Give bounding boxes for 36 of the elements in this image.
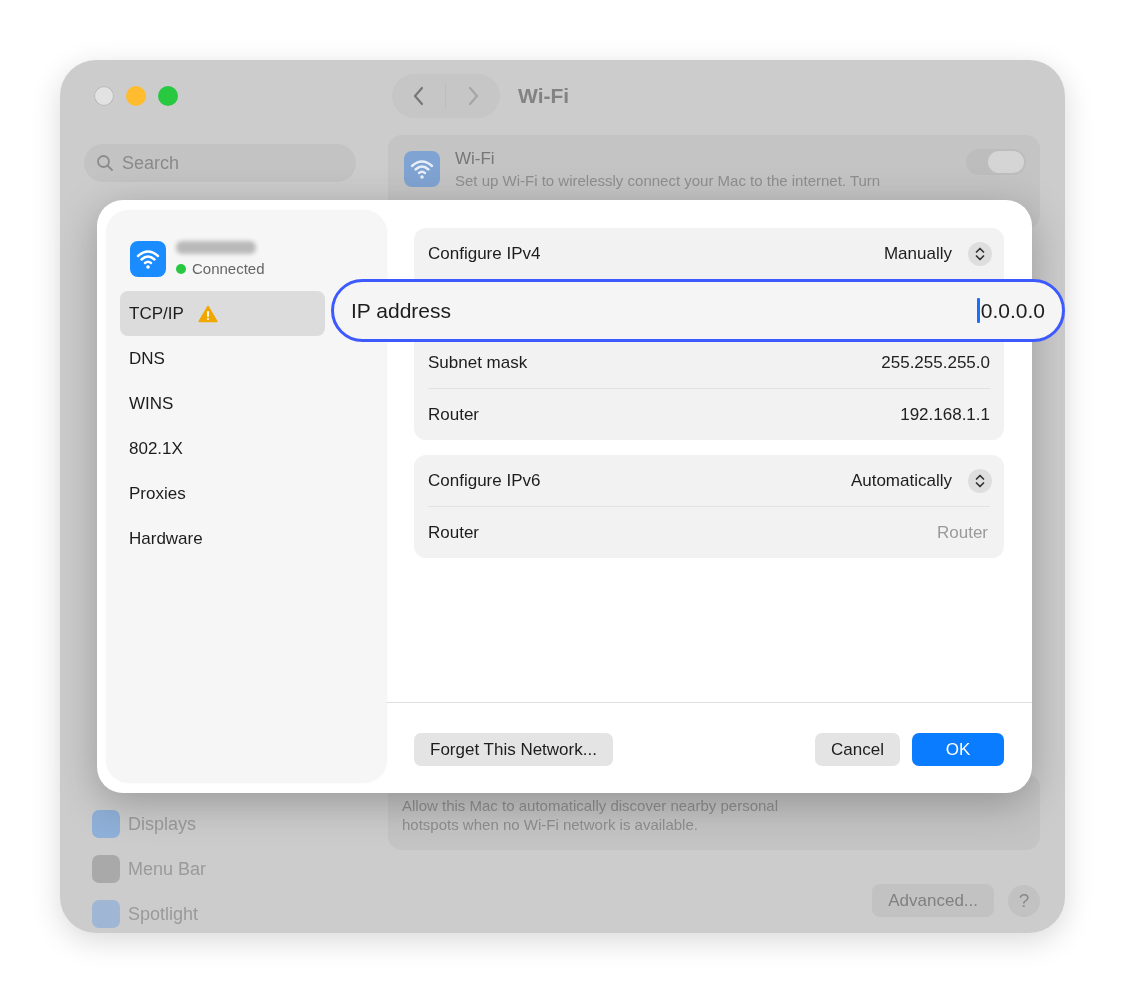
stepper-icon: [968, 241, 992, 266]
value-field[interactable]: 192.168.1.1: [900, 404, 990, 425]
value-field[interactable]: 255.255.255.0: [881, 352, 990, 373]
settings-tab[interactable]: DNS: [120, 336, 325, 381]
router-field[interactable]: Router: [866, 521, 990, 544]
warning-icon: [197, 304, 218, 323]
zoom-button[interactable]: [158, 86, 178, 106]
minimize-button[interactable]: [126, 86, 146, 106]
window-title: Wi-Fi: [518, 84, 570, 108]
row-label: Configure IPv6: [428, 470, 541, 491]
popup-button[interactable]: Automatically: [850, 468, 992, 493]
wifi-icon: [404, 151, 440, 187]
row-label: Router: [428, 522, 480, 543]
settings-tab[interactable]: TCP/IP: [120, 291, 325, 336]
settings-tab[interactable]: Proxies: [120, 471, 325, 516]
row-label: Subnet mask: [428, 352, 528, 373]
cancel-button[interactable]: Cancel: [815, 733, 900, 766]
connection-status: Connected: [192, 260, 265, 277]
wifi-toggle[interactable]: [966, 149, 1026, 175]
settings-tab[interactable]: WINS: [120, 381, 325, 426]
wifi-title: Wi-Fi: [455, 149, 496, 169]
ip-address-field[interactable]: IP address 0.0.0.0: [331, 279, 1065, 342]
search-icon: [96, 154, 114, 172]
wifi-icon: [130, 241, 166, 277]
ok-button[interactable]: OK: [912, 733, 1004, 766]
stepper-icon: [968, 468, 992, 493]
popup-button[interactable]: Manually: [883, 241, 992, 266]
navigation-buttons[interactable]: [392, 74, 500, 118]
forget-network-button[interactable]: Forget This Network...: [414, 733, 613, 766]
close-button[interactable]: [94, 86, 114, 106]
search-field[interactable]: Search: [84, 144, 356, 182]
text-cursor: [976, 298, 980, 323]
row-label: Router: [428, 404, 480, 425]
settings-tab[interactable]: Hardware: [120, 516, 325, 561]
row-label: Configure IPv4: [428, 243, 541, 264]
settings-tab[interactable]: 802.1X: [120, 426, 325, 471]
